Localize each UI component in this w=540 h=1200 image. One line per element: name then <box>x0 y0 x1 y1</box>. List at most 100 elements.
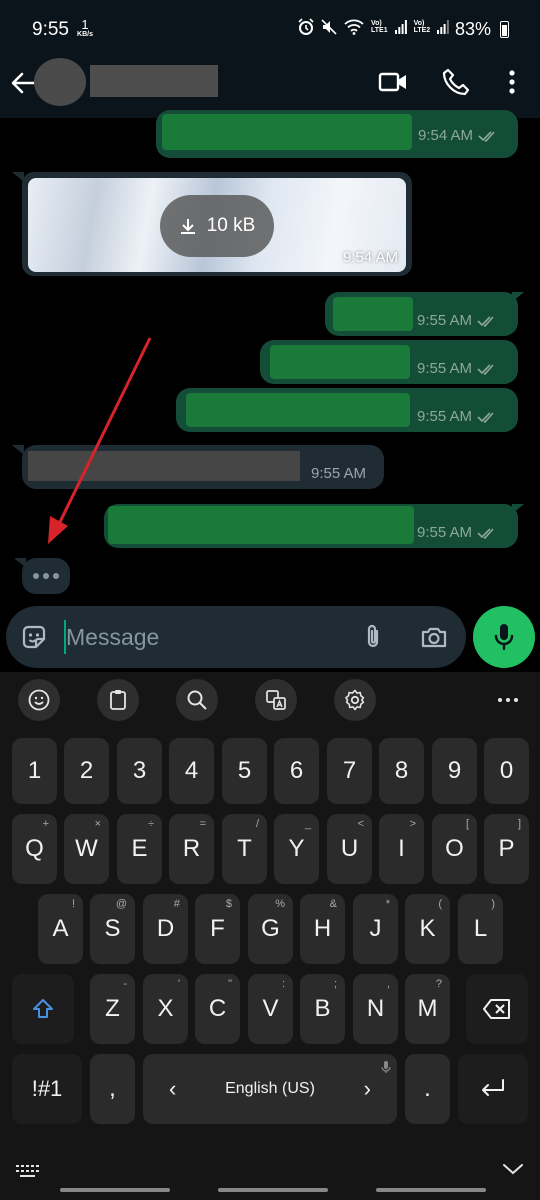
key-label: P <box>498 835 515 862</box>
mic-small-icon <box>381 1061 391 1073</box>
symbols-key[interactable]: !#1 <box>12 1054 82 1124</box>
shift-key[interactable] <box>12 974 74 1044</box>
key-sub: ; <box>333 978 337 990</box>
key-sub: ' <box>177 978 180 990</box>
key-z[interactable]: -Z <box>90 974 135 1044</box>
more-vert-icon[interactable] <box>496 66 528 98</box>
key-i[interactable]: > I <box>379 814 424 884</box>
nav-recents[interactable] <box>60 1188 170 1192</box>
key-s[interactable]: @ S <box>90 894 135 964</box>
key-sub: _ <box>304 818 311 830</box>
key-t[interactable]: / T <box>222 814 267 884</box>
sticker-icon[interactable] <box>20 623 48 651</box>
key-x[interactable]: ' X <box>143 974 188 1044</box>
key-label: F <box>210 915 225 942</box>
key-label: A <box>52 915 69 942</box>
key-label: V <box>262 995 279 1022</box>
key-k[interactable]: (K <box>405 894 450 964</box>
key-label: X <box>157 995 174 1022</box>
key-d[interactable]: # D <box>143 894 188 964</box>
backspace-key[interactable] <box>466 974 528 1044</box>
status-time: 9:55 <box>32 19 69 40</box>
settings-icon[interactable] <box>334 679 376 721</box>
key-8[interactable]: 8 <box>379 738 424 804</box>
enter-key[interactable] <box>458 1054 528 1124</box>
nav-home[interactable] <box>218 1188 328 1192</box>
key-label: B <box>314 995 331 1022</box>
key-9[interactable]: 9 <box>432 738 477 804</box>
key-e[interactable]: ÷ E <box>117 814 162 884</box>
key-4[interactable]: 4 <box>169 738 214 804</box>
key-sub: × <box>94 818 101 830</box>
key-q[interactable]: + Q <box>12 814 57 884</box>
period-key[interactable]: . <box>405 1054 450 1124</box>
mic-button[interactable] <box>473 606 535 668</box>
key-sub: < <box>357 818 364 830</box>
key-label: C <box>208 995 227 1022</box>
paperclip-icon[interactable] <box>362 623 384 651</box>
key-h[interactable]: & H <box>300 894 345 964</box>
key-sub: [ <box>465 818 469 830</box>
key-label: J <box>369 915 382 942</box>
key-label: W <box>75 835 98 862</box>
key-sub: ( <box>438 898 442 910</box>
search-icon[interactable] <box>176 679 218 721</box>
key-label: R <box>182 835 201 862</box>
nav-back[interactable] <box>376 1188 486 1192</box>
keyboard-switch-icon[interactable] <box>15 1163 41 1181</box>
key-f[interactable]: $ F <box>195 894 240 964</box>
key-c[interactable]: " C <box>195 974 240 1044</box>
key-g[interactable]: % G <box>248 894 293 964</box>
key-label: D <box>156 915 175 942</box>
key-a[interactable]: ! A <box>38 894 83 964</box>
key-7[interactable]: 7 <box>327 738 372 804</box>
key-sub: " <box>228 978 232 990</box>
key-label: G <box>261 915 280 942</box>
signal-2-icon <box>437 20 450 34</box>
key-m[interactable]: ? M <box>405 974 450 1044</box>
key-r[interactable]: = R <box>169 814 214 884</box>
alarm-icon <box>298 18 314 35</box>
video-call-icon[interactable] <box>377 66 409 98</box>
key-j[interactable]: * J <box>353 894 398 964</box>
key-0[interactable]: 0 <box>484 738 529 804</box>
volte-1: Vo) <box>371 20 382 27</box>
enter-icon <box>482 1079 504 1096</box>
backspace-icon <box>483 999 510 1019</box>
key-v[interactable]: :V <box>248 974 293 1044</box>
key-label: U <box>340 835 359 862</box>
key-5[interactable]: 5 <box>222 738 267 804</box>
key-l[interactable]: ) L <box>458 894 503 964</box>
key-u[interactable]: < U <box>327 814 372 884</box>
comma-key[interactable]: , <box>90 1054 135 1124</box>
contact-name[interactable] <box>90 65 218 97</box>
key-6[interactable]: 6 <box>274 738 319 804</box>
more-horiz-icon[interactable] <box>487 679 529 721</box>
key-label: Y <box>288 835 305 862</box>
emoji-icon[interactable] <box>18 679 60 721</box>
net-speed-value: 1 <box>81 17 89 32</box>
chevron-down-icon[interactable] <box>502 1162 524 1176</box>
key-o[interactable]: [O <box>432 814 477 884</box>
lte2: LTE2 <box>413 27 431 34</box>
space-key[interactable]: ‹ English (US) › <box>143 1054 397 1124</box>
key-w[interactable]: × W <box>64 814 109 884</box>
phone-icon[interactable] <box>440 66 472 98</box>
system-nav-bar <box>0 1150 540 1200</box>
message-input[interactable] <box>66 618 346 656</box>
clipboard-icon[interactable] <box>97 679 139 721</box>
key-y[interactable]: _ Y <box>274 814 319 884</box>
avatar[interactable] <box>34 58 86 106</box>
key-sub: # <box>173 898 180 910</box>
mute-icon <box>321 19 337 35</box>
key-2[interactable]: 2 <box>64 738 109 804</box>
key-n[interactable]: ,N <box>353 974 398 1044</box>
key-3[interactable]: 3 <box>117 738 162 804</box>
key-b[interactable]: ; B <box>300 974 345 1044</box>
key-sub: ? <box>435 978 442 990</box>
key-p[interactable]: ] P <box>484 814 529 884</box>
translate-icon[interactable] <box>255 679 297 721</box>
key-sub: % <box>275 898 285 910</box>
key-1[interactable]: 1 <box>12 738 57 804</box>
camera-icon[interactable] <box>420 624 448 650</box>
